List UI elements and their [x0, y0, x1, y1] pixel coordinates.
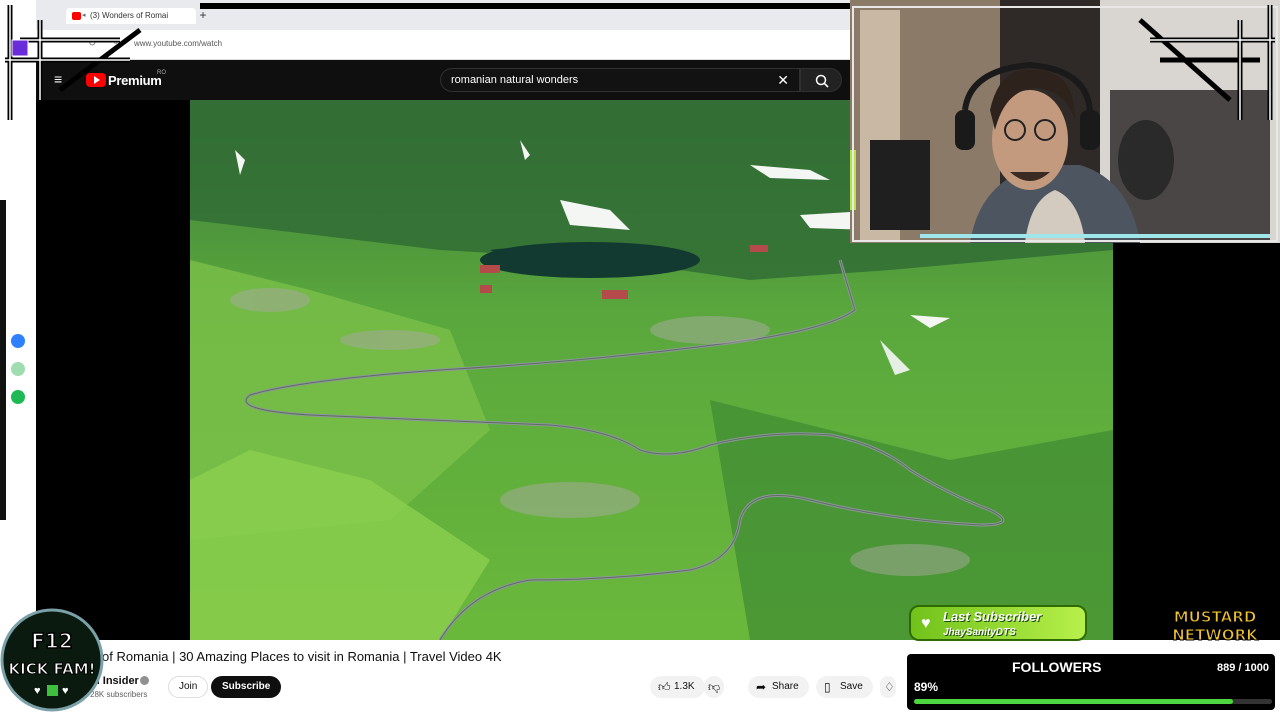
video-title[interactable]: of Romania | 30 Amazing Places to visit …	[102, 649, 502, 664]
heart-icon: ♥	[34, 685, 41, 697]
search-input[interactable]: romanian natural wonders ✕	[440, 68, 800, 92]
heart-icon: ♥	[921, 615, 931, 632]
player-letterbox-right	[1113, 243, 1280, 640]
followers-goal-widget: FOLLOWERS 889 / 1000 89%	[905, 652, 1277, 712]
region-code: RO	[157, 70, 166, 76]
badge-line2: KICK FAM!	[9, 660, 96, 678]
followers-percent: 89%	[914, 680, 939, 694]
like-button[interactable]: 👍︎ 1.3K	[650, 676, 705, 698]
search-query: romanian natural wonders	[451, 74, 579, 86]
last-subscriber-widget: ♥ Last Subscriber JhaySanityDTS	[909, 605, 1087, 641]
share-arrow-icon: ➦	[756, 680, 767, 694]
kick-fam-badge: F12 KICK FAM! ♥ ♥	[0, 608, 104, 712]
subscribe-button[interactable]: Subscribe	[211, 676, 282, 698]
share-label: Share	[772, 681, 799, 692]
new-tab-button[interactable]: +	[196, 8, 210, 22]
mustard-line1: MUSTARD	[1174, 608, 1257, 626]
dislike-button[interactable]: 👎︎	[704, 676, 724, 698]
save-button[interactable]: ▯ Save	[816, 676, 873, 698]
messenger-icon[interactable]	[11, 334, 25, 348]
last-subscriber-label: Last Subscriber	[943, 609, 1042, 624]
share-button[interactable]: ➦ Share	[748, 676, 809, 698]
badge-line1: F12	[31, 629, 73, 653]
corner-ornament-top-right	[1138, 5, 1275, 120]
followers-progress-track	[914, 699, 1272, 704]
player-letterbox-left	[36, 100, 190, 640]
youtube-header: ≡ Premium RO romanian natural wonders ✕	[36, 60, 850, 100]
close-icon[interactable]: ✕	[777, 72, 789, 88]
check-icon	[47, 685, 58, 696]
thumbs-up-icon: 👍︎	[658, 680, 671, 694]
search-icon	[815, 74, 829, 88]
thanks-button[interactable]: ♢	[880, 676, 896, 698]
top-frame-bar	[200, 3, 850, 9]
thumbs-down-icon: 👎︎	[708, 680, 721, 694]
bookmark-icon: ▯	[824, 680, 831, 694]
followers-label: FOLLOWERS	[1012, 659, 1102, 675]
spotify-icon[interactable]	[11, 390, 25, 404]
search-button[interactable]	[800, 68, 842, 92]
followers-count: 889 / 1000	[1217, 662, 1269, 674]
webcam-accent-strip	[920, 234, 1270, 238]
address-bar: ↻ ▫ www.youtube.com/watch	[36, 30, 850, 60]
mustard-network-logo: MUSTARD NETWORK	[1172, 608, 1260, 644]
save-label: Save	[840, 681, 863, 692]
last-subscriber-name: JhaySanityDTS	[943, 627, 1016, 638]
join-button[interactable]: Join	[168, 676, 209, 698]
verified-badge-icon	[140, 676, 149, 685]
followers-progress-fill	[914, 699, 1233, 704]
whatsapp-icon[interactable]	[11, 362, 25, 376]
heart-dollar-icon: ♢	[884, 680, 895, 694]
corner-ornament-top-left	[5, 5, 142, 120]
left-frame-strip	[0, 200, 6, 520]
mustard-line2: NETWORK	[1172, 626, 1259, 643]
heart-icon-2: ♥	[62, 685, 69, 697]
like-count: 1.3K	[674, 681, 695, 692]
